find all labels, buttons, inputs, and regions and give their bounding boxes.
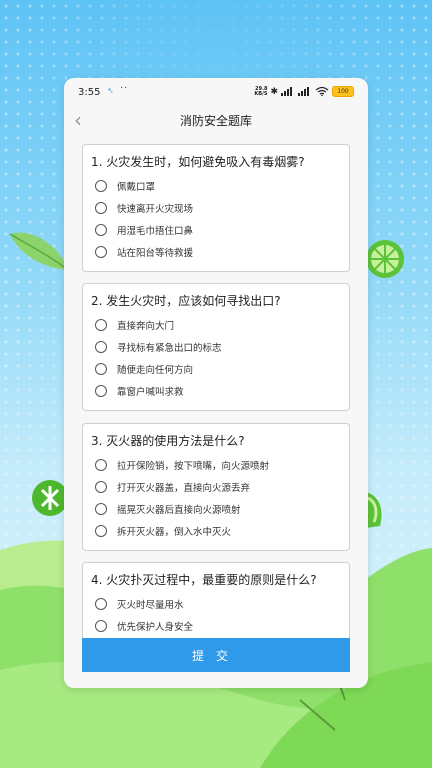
network-speed-unit: KB/S (254, 90, 268, 97)
option-item[interactable]: 打开灭火器盖，直接向火源丢弃 (95, 478, 250, 496)
radio-icon[interactable] (95, 620, 107, 632)
radio-icon[interactable] (95, 180, 107, 192)
more-notifications-icon: ·· (120, 83, 129, 94)
option-item[interactable]: 佩戴口罩 (95, 177, 155, 195)
option-item[interactable]: 快速离开火灾现场 (95, 199, 193, 217)
question-title: 2. 发生火灾时，应该如何寻找出口? (91, 294, 281, 308)
option-label: 灭火时尽量用水 (117, 600, 184, 611)
option-label: 优先保护人身安全 (117, 622, 194, 633)
radio-icon[interactable] (95, 319, 107, 331)
option-item[interactable]: 优先保护人身安全 (95, 617, 193, 635)
question-card: 2. 发生火灾时，应该如何寻找出口? 直接奔向大门 寻找标有紧急出口的标志 随便… (82, 283, 350, 411)
radio-icon[interactable] (95, 224, 107, 236)
option-item[interactable]: 用湿毛巾捂住口鼻 (95, 221, 193, 239)
notification-icon: ➴ (107, 86, 114, 95)
lime-slice-icon (366, 240, 404, 278)
option-label: 随便走向任何方向 (117, 365, 194, 376)
option-label: 打开灭火器盖，直接向火源丢弃 (117, 483, 251, 494)
question-card: 1. 火灾发生时，如何避免吸入有毒烟雾? 佩戴口罩 快速离开火灾现场 用湿毛巾捂… (82, 144, 350, 272)
option-item[interactable]: 寻找标有紧急出口的标志 (95, 338, 222, 356)
radio-icon[interactable] (95, 363, 107, 375)
question-card: 4. 火灾扑灭过程中，最重要的原则是什么? 灭火时尽量用水 优先保护人身安全 (82, 562, 350, 638)
page-title: 消防安全题库 (179, 114, 252, 128)
question-title: 4. 火灾扑灭过程中，最重要的原则是什么? (91, 573, 317, 587)
option-item[interactable]: 灭火时尽量用水 (95, 595, 184, 613)
question-list[interactable]: 1. 火灾发生时，如何避免吸入有毒烟雾? 佩戴口罩 快速离开火灾现场 用湿毛巾捂… (64, 144, 368, 638)
option-item[interactable]: 靠窗户喊叫求救 (95, 382, 184, 400)
radio-icon[interactable] (95, 598, 107, 610)
status-time: 3:55 (78, 87, 101, 98)
nav-bar: ‹ 消防安全题库 (64, 106, 368, 136)
radio-icon[interactable] (95, 202, 107, 214)
submit-button[interactable]: 提交 (82, 638, 350, 672)
network-speed: 29.8 KB/S (254, 86, 268, 97)
radio-icon[interactable] (95, 525, 107, 537)
option-item[interactable]: 站在阳台等待救援 (95, 243, 193, 261)
question-card: 3. 灭火器的使用方法是什么? 拉开保险销，按下喷嘴，向火源喷射 打开灭火器盖，… (82, 423, 350, 551)
radio-icon[interactable] (95, 246, 107, 258)
option-label: 站在阳台等待救援 (117, 248, 194, 259)
question-title: 1. 火灾发生时，如何避免吸入有毒烟雾? (91, 155, 305, 169)
leaf-icon (9, 232, 69, 271)
option-item[interactable]: 直接奔向大门 (95, 316, 174, 334)
signal-icon (298, 87, 309, 96)
signal-icon (281, 87, 292, 96)
lime-slice-icon (366, 492, 382, 528)
battery-icon: 100 (332, 86, 354, 97)
option-item[interactable]: 拉开保险销，按下喷嘴，向火源喷射 (95, 456, 269, 474)
option-label: 拆开灭火器，倒入水中灭火 (117, 527, 232, 538)
radio-icon[interactable] (95, 459, 107, 471)
option-label: 寻找标有紧急出口的标志 (117, 343, 222, 354)
question-title: 3. 灭火器的使用方法是什么? (91, 434, 245, 448)
option-label: 佩戴口罩 (117, 182, 156, 193)
option-label: 用湿毛巾捂住口鼻 (117, 226, 194, 237)
option-item[interactable]: 摇晃灭火器后直接向火源喷射 (95, 500, 241, 518)
radio-icon[interactable] (95, 503, 107, 515)
bluetooth-icon: ✱ (270, 86, 278, 97)
wifi-icon (315, 87, 329, 96)
radio-icon[interactable] (95, 481, 107, 493)
option-label: 摇晃灭火器后直接向火源喷射 (117, 505, 241, 516)
option-label: 靠窗户喊叫求救 (117, 387, 184, 398)
option-label: 拉开保险销，按下喷嘴，向火源喷射 (117, 461, 270, 472)
option-label: 快速离开火灾现场 (117, 204, 194, 215)
radio-icon[interactable] (95, 341, 107, 353)
radio-icon[interactable] (95, 385, 107, 397)
option-item[interactable]: 拆开灭火器，倒入水中灭火 (95, 522, 231, 540)
status-icons: 29.8 KB/S ✱ 100 (254, 86, 354, 97)
option-item[interactable]: 随便走向任何方向 (95, 360, 193, 378)
app-window: 3:55 ➴ ·· 29.8 KB/S ✱ 100 ‹ 消防安全题库 1. 火灾… (64, 78, 368, 688)
option-label: 直接奔向大门 (117, 321, 175, 332)
status-bar: 3:55 ➴ ·· 29.8 KB/S ✱ 100 (64, 78, 368, 106)
